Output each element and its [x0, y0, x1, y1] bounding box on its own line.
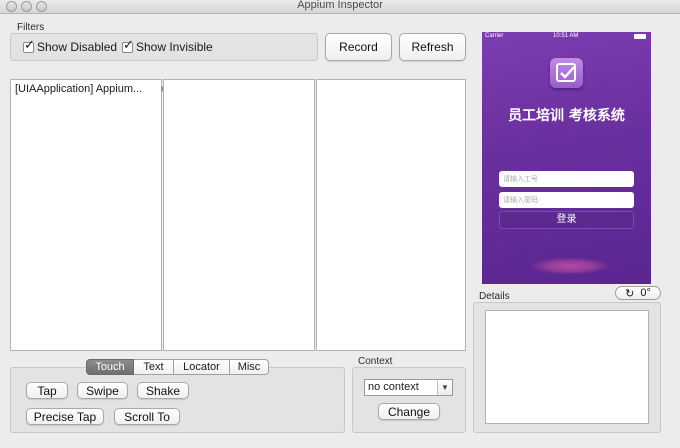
rotation-value: 0° [640, 287, 651, 299]
device-screenshot[interactable]: Carrier 10:51 AM 员工培训 考核系统 请输入工号 请输入密码 登… [482, 32, 651, 284]
tree-column-2[interactable] [163, 79, 315, 351]
shake-button[interactable]: Shake [137, 382, 189, 399]
tab-touch[interactable]: Touch [86, 359, 134, 375]
status-time: 10:51 AM [553, 33, 579, 39]
tab-text[interactable]: Text [134, 359, 174, 375]
record-button[interactable]: Record [325, 33, 392, 61]
battery-icon [634, 34, 646, 39]
tap-button[interactable]: Tap [26, 382, 68, 399]
tab-locator[interactable]: Locator [174, 359, 230, 375]
password-field[interactable]: 请输入密码 [499, 192, 634, 208]
app-title: 员工培训 考核系统 [508, 108, 625, 124]
context-select[interactable]: no context ▼ [364, 379, 453, 396]
show-disabled-label: Show Disabled [37, 40, 118, 54]
swipe-button[interactable]: Swipe [77, 382, 128, 399]
details-text-area[interactable] [485, 310, 649, 424]
app-logo-icon [550, 58, 583, 88]
employee-id-field[interactable]: 请输入工号 [499, 171, 634, 187]
change-button[interactable]: Change [378, 403, 440, 420]
precise-tap-button[interactable]: Precise Tap [26, 408, 104, 425]
details-label: Details [479, 291, 510, 302]
decorative-blob [532, 258, 608, 274]
checkmark-icon: ✓ [24, 37, 35, 53]
title-bar: Appium Inspector [0, 0, 680, 14]
status-bar: Carrier 10:51 AM [482, 32, 651, 41]
context-group [352, 367, 466, 433]
window-title: Appium Inspector [297, 0, 383, 11]
filters-label: Filters [17, 22, 45, 33]
show-disabled-checkbox[interactable]: ✓ Show Disabled [23, 38, 118, 54]
tree-column-1[interactable]: [UIAApplication] Appium... ▶ [10, 79, 167, 351]
scroll-to-button[interactable]: Scroll To [114, 408, 180, 425]
tab-misc[interactable]: Misc [230, 359, 269, 375]
login-button[interactable]: 登录 [499, 211, 634, 229]
tree-column-3[interactable] [316, 79, 466, 351]
checkbox-box[interactable]: ✓ [23, 38, 35, 53]
context-label: Context [358, 356, 393, 367]
chevron-down-icon[interactable]: ▼ [437, 380, 452, 395]
context-select-value: no context [368, 381, 419, 393]
status-carrier: Carrier [485, 33, 504, 39]
refresh-button[interactable]: Refresh [399, 33, 466, 61]
rotate-icon[interactable]: ↻ [625, 287, 634, 300]
tree-item-uiaapplication[interactable]: [UIAApplication] Appium... [15, 83, 142, 95]
show-invisible-checkbox[interactable]: ✓ Show Invisible [122, 38, 213, 54]
checkmark-icon: ✓ [123, 37, 134, 53]
checkbox-box[interactable]: ✓ [122, 38, 134, 53]
rotate-control[interactable]: ↻ 0° [615, 286, 661, 300]
show-invisible-label: Show Invisible [136, 40, 213, 54]
